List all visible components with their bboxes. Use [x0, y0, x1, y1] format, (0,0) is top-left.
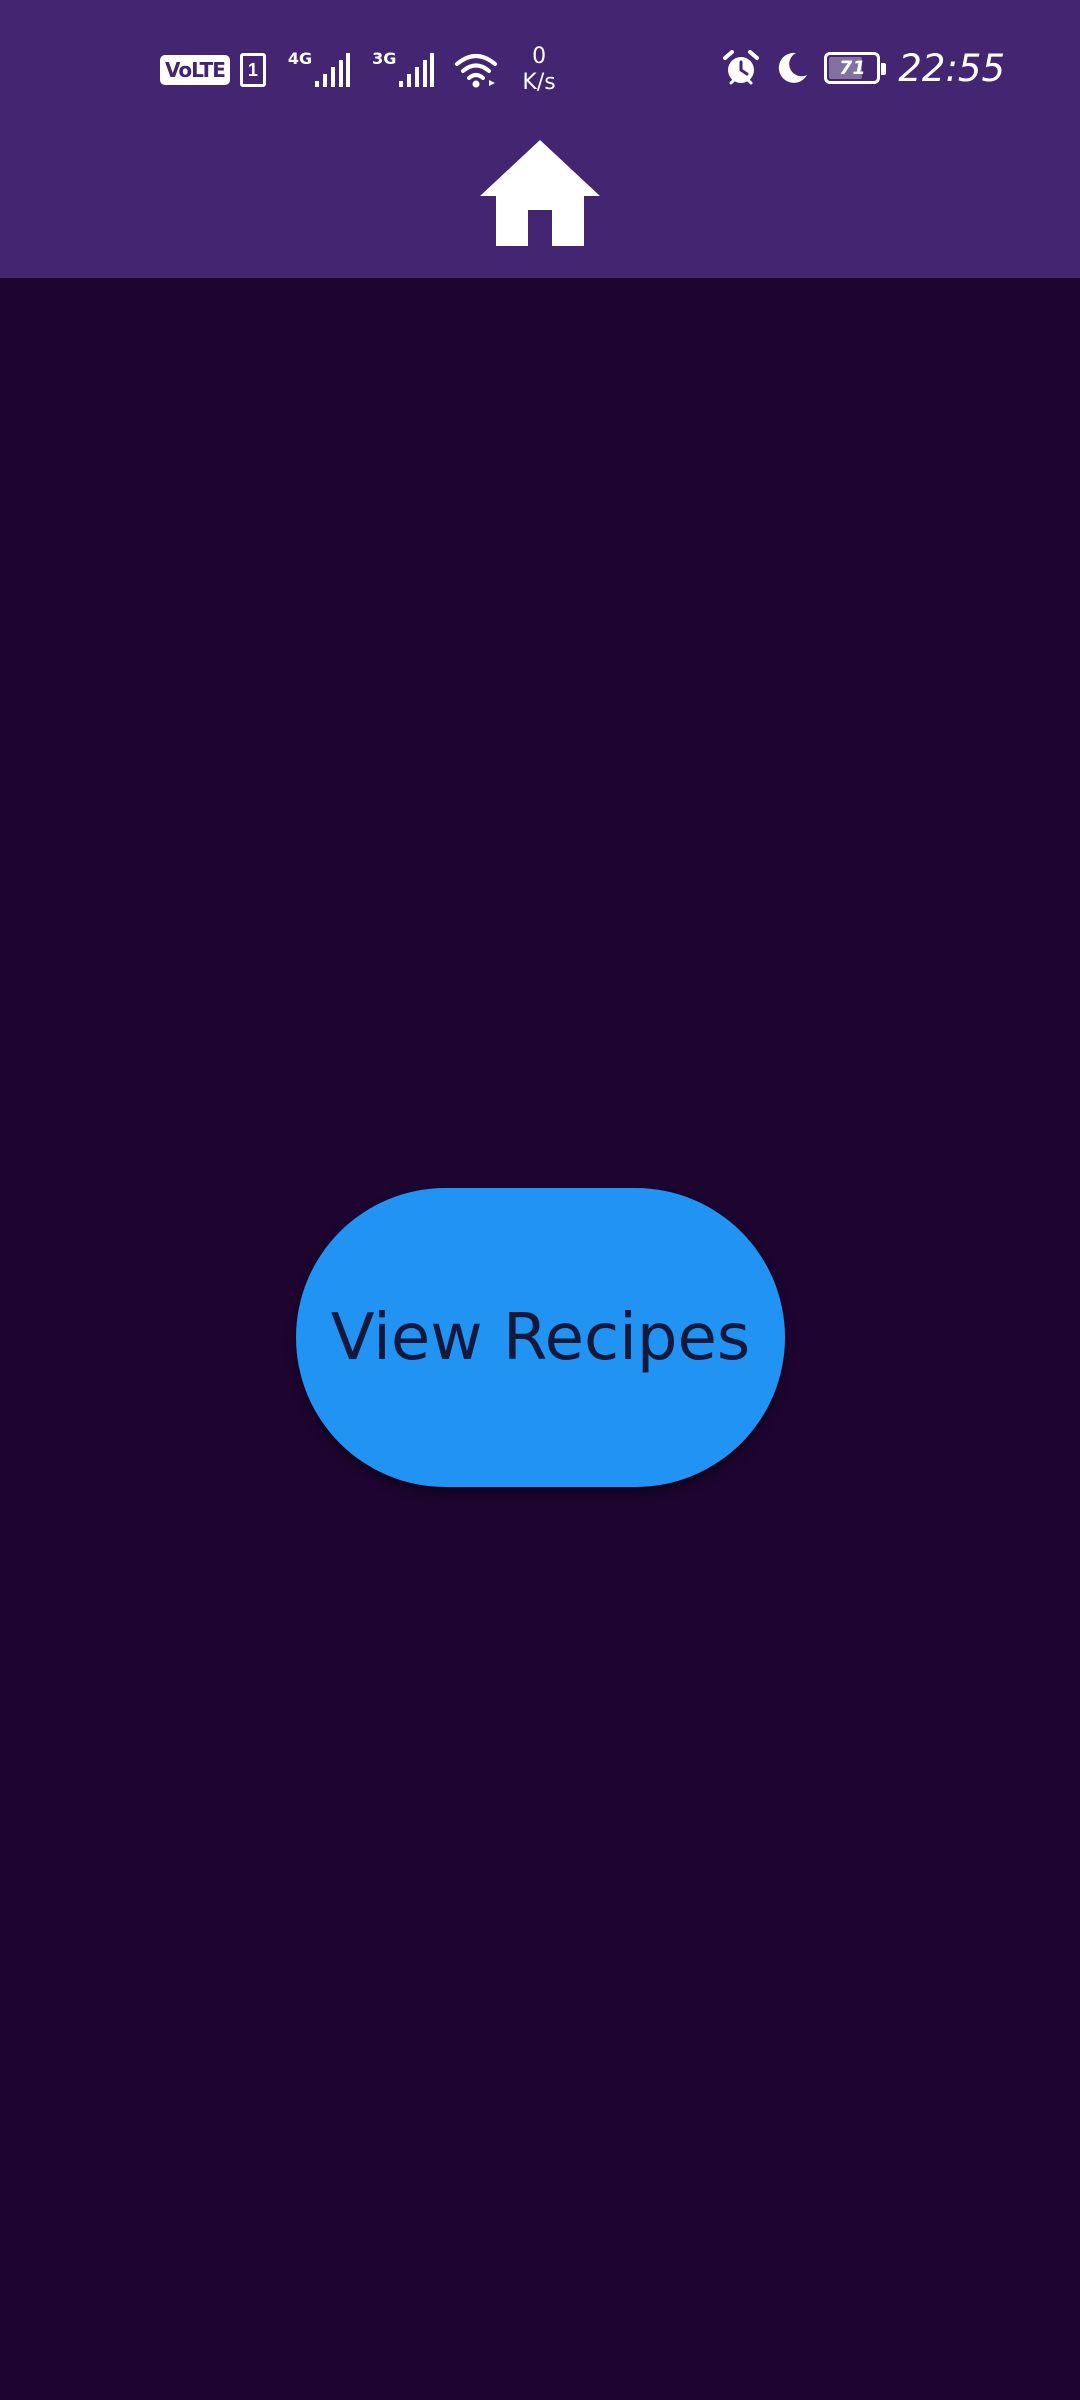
home-icon[interactable]: [478, 138, 602, 248]
wifi-icon: [455, 54, 498, 88]
status-time: 22:55: [898, 46, 1005, 90]
volte-icon: VoLTE: [160, 55, 230, 85]
moon-icon: [779, 52, 808, 83]
network-speed-value: 0: [532, 44, 547, 69]
status-bar: VoLTE 1 4G 3G 0 K/s 71 22:55: [0, 0, 1080, 135]
battery-icon: 71: [824, 52, 887, 84]
status-bar-right: 71 22:55: [722, 38, 1005, 98]
status-bar-left: VoLTE 1 4G 3G 0 K/s: [160, 40, 556, 100]
view-recipes-label: View Recipes: [330, 1300, 751, 1375]
battery-level: 71: [839, 57, 866, 79]
network-speed: 0 K/s: [522, 44, 555, 96]
sim-icon: 1: [239, 53, 266, 87]
signal-icon: [399, 53, 435, 87]
signal-icon: [315, 53, 351, 87]
view-recipes-button[interactable]: View Recipes: [296, 1188, 785, 1487]
network-speed-unit: K/s: [522, 70, 556, 95]
signal-3g: 3G: [372, 49, 435, 87]
alarm-icon: [723, 50, 760, 85]
app-bar: VoLTE 1 4G 3G 0 K/s 71 22:55: [0, 0, 1080, 278]
network-type-3g: 3G: [372, 49, 397, 68]
network-type-4g: 4G: [287, 49, 313, 68]
signal-4g: 4G: [288, 49, 351, 87]
